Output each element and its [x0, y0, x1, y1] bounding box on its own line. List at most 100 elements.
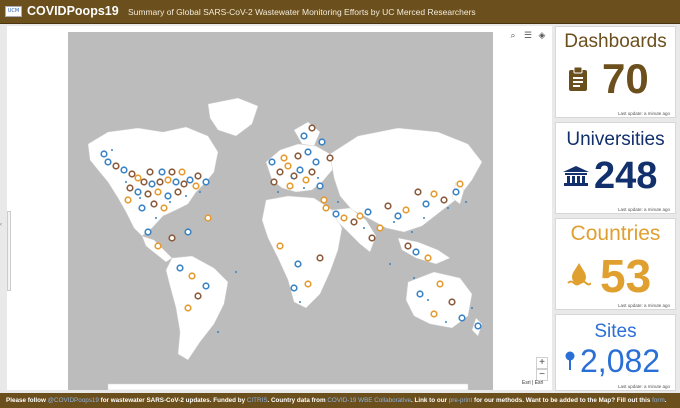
- site-marker: [268, 158, 276, 166]
- site-dot: [363, 227, 365, 229]
- site-marker: [178, 168, 186, 176]
- footer-text: Please follow: [6, 397, 48, 404]
- site-dot: [393, 221, 395, 223]
- site-marker: [412, 248, 420, 256]
- site-dot: [411, 231, 413, 233]
- citris-link[interactable]: CITRIS: [247, 397, 268, 404]
- dashboards-last-update: Last update: a minute ago: [617, 111, 670, 116]
- site-dot: [427, 299, 429, 301]
- site-marker: [154, 242, 162, 250]
- site-marker: [180, 180, 188, 188]
- app-subtitle: Summary of Global SARS-CoV-2 Wastewater …: [128, 7, 476, 17]
- wbe-collaborative-link[interactable]: COVID-19 WBE Collaborative: [327, 397, 411, 404]
- site-marker: [100, 150, 108, 158]
- site-marker: [322, 204, 330, 212]
- chevron-left-icon[interactable]: ‹: [0, 222, 2, 228]
- universities-count: 248: [594, 155, 658, 197]
- map-attribution[interactable]: Esri | Esri: [522, 380, 543, 386]
- site-marker: [204, 214, 212, 222]
- site-marker: [456, 180, 464, 188]
- side-panel-handle[interactable]: [7, 211, 11, 291]
- site-marker: [148, 180, 156, 188]
- site-marker: [364, 208, 372, 216]
- footer-text: . Country data from: [267, 397, 328, 404]
- site-dot: [169, 201, 171, 203]
- preprint-link[interactable]: pre-print: [449, 397, 472, 404]
- site-marker: [404, 242, 412, 250]
- site-marker: [184, 228, 192, 236]
- site-marker: [376, 224, 384, 232]
- site-marker: [326, 154, 334, 162]
- site-marker: [302, 176, 310, 184]
- uc-merced-logo: UCM: [5, 6, 22, 17]
- world-map[interactable]: [68, 32, 493, 390]
- dashboards-card: Dashboards 70 Last update: a minute ago: [555, 26, 676, 118]
- map-panel[interactable]: ⌕ ☰ ◈ + − Esri | Esri: [7, 26, 552, 390]
- site-dot: [447, 207, 449, 209]
- site-marker: [276, 168, 284, 176]
- site-marker: [156, 178, 164, 186]
- site-marker: [368, 234, 376, 242]
- site-marker: [144, 190, 152, 198]
- world-map-svg[interactable]: [68, 32, 493, 390]
- zoom-in-button[interactable]: +: [536, 357, 548, 369]
- countries-last-update: Last update: a minute ago: [617, 303, 670, 308]
- site-marker: [174, 188, 182, 196]
- site-marker: [168, 168, 176, 176]
- site-dot: [199, 191, 201, 193]
- site-dot: [445, 321, 447, 323]
- form-link[interactable]: form: [652, 397, 665, 404]
- site-marker: [164, 176, 172, 184]
- list-icon[interactable]: ☰: [522, 29, 534, 41]
- site-dot: [471, 307, 473, 309]
- layers-icon[interactable]: ◈: [536, 29, 548, 41]
- dashboards-count: 70: [602, 55, 649, 102]
- site-marker: [280, 154, 288, 162]
- site-marker: [316, 254, 324, 262]
- site-marker: [458, 314, 466, 322]
- twitter-link[interactable]: @COVIDPoops19: [48, 397, 99, 404]
- site-marker: [276, 242, 284, 250]
- app-title: COVIDPoops19: [27, 4, 119, 18]
- site-marker: [154, 188, 162, 196]
- site-marker: [144, 228, 152, 236]
- site-marker: [356, 212, 364, 220]
- site-marker: [188, 272, 196, 280]
- site-marker: [172, 178, 180, 186]
- site-marker: [332, 210, 340, 218]
- site-marker: [294, 152, 302, 160]
- site-marker: [320, 196, 328, 204]
- universities-label: Universities: [566, 129, 665, 150]
- site-marker: [394, 212, 402, 220]
- site-marker: [158, 168, 166, 176]
- site-marker: [422, 200, 430, 208]
- site-marker: [146, 168, 154, 176]
- countries-label: Countries: [570, 222, 661, 245]
- universities-card: Universities 248 Last update: a minute a…: [555, 122, 676, 214]
- site-dot: [185, 195, 187, 197]
- dashboards-label: Dashboards: [564, 31, 667, 52]
- search-icon[interactable]: ⌕: [507, 29, 519, 41]
- site-marker: [304, 148, 312, 156]
- site-marker: [104, 158, 112, 166]
- site-dot: [337, 201, 339, 203]
- site-marker: [430, 190, 438, 198]
- site-marker: [124, 196, 132, 204]
- site-dot: [291, 177, 293, 179]
- water-drop-icon: [567, 261, 592, 292]
- site-marker: [430, 310, 438, 318]
- sites-label: Sites: [594, 321, 637, 342]
- site-dot: [299, 301, 301, 303]
- site-marker: [138, 204, 146, 212]
- site-marker: [402, 206, 410, 214]
- site-marker: [316, 182, 324, 190]
- site-marker: [134, 188, 142, 196]
- site-marker: [270, 178, 278, 186]
- sites-card: Sites 2,082 Last update: a minute ago: [555, 314, 676, 391]
- site-dot: [111, 149, 113, 151]
- site-dot: [277, 191, 279, 193]
- site-marker: [416, 290, 424, 298]
- clipboard-icon: [568, 66, 588, 97]
- site-marker: [286, 182, 294, 190]
- footer-text: for our methods. Want to be added to the…: [472, 397, 653, 404]
